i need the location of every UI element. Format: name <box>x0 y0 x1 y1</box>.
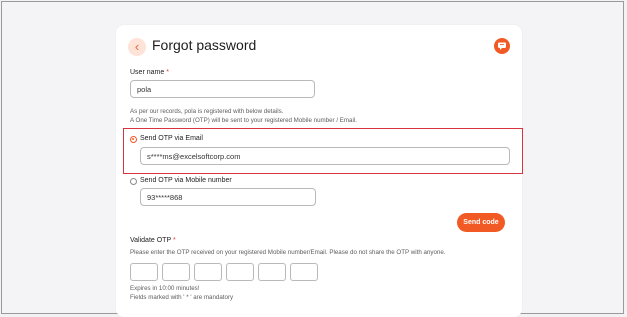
otp-info: A One Time Password (OTP) will be sent t… <box>130 117 357 124</box>
otp-digit-2[interactable] <box>162 263 190 281</box>
username-label: User name * <box>130 69 169 76</box>
required-mark: * <box>166 69 169 76</box>
otp-instructions: Please enter the OTP received on your re… <box>130 249 446 256</box>
otp-digit-5[interactable] <box>258 263 286 281</box>
otp-expiry-text: Expires in 10:00 minutes! <box>130 285 200 292</box>
required-mark: * <box>172 237 176 244</box>
validate-otp-label-text: Validate OTP <box>130 237 171 244</box>
email-field[interactable] <box>140 147 510 165</box>
mobile-otp-label: Send OTP via Mobile number <box>140 177 232 184</box>
records-info: As per our records, pola is registered w… <box>130 108 284 115</box>
chat-icon <box>498 42 506 50</box>
help-button[interactable] <box>494 38 510 54</box>
otp-digit-1[interactable] <box>130 263 158 281</box>
email-otp-radio[interactable] <box>130 136 137 143</box>
mobile-field[interactable] <box>140 188 316 206</box>
send-code-button[interactable]: Send code <box>457 213 505 232</box>
mobile-otp-radio[interactable] <box>130 178 137 185</box>
validate-otp-label: Validate OTP * <box>130 237 176 244</box>
username-input[interactable] <box>130 80 315 98</box>
chevron-left-icon: ‹ <box>134 39 140 54</box>
otp-digit-3[interactable] <box>194 263 222 281</box>
email-otp-label: Send OTP via Email <box>140 135 203 142</box>
otp-digit-4[interactable] <box>226 263 254 281</box>
otp-digit-6[interactable] <box>290 263 318 281</box>
mandatory-note: Fields marked with ' * ' are mandatory <box>130 294 234 301</box>
username-label-text: User name <box>130 69 165 76</box>
back-button[interactable]: ‹ <box>128 38 146 56</box>
page-title: Forgot password <box>152 37 257 53</box>
